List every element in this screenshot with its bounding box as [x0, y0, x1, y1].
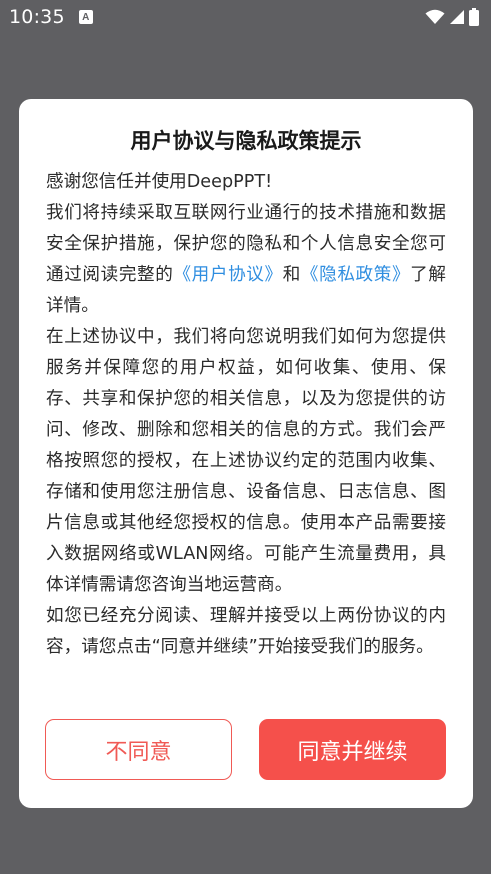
battery-icon [469, 8, 479, 26]
status-bar: 10:35 A [0, 0, 491, 34]
dialog-title: 用户协议与隐私政策提示 [130, 129, 362, 153]
wifi-icon [425, 9, 445, 24]
and-text: 和 [282, 265, 301, 285]
status-time: 10:35 [9, 6, 65, 28]
status-icons [425, 8, 479, 26]
agree-continue-button[interactable]: 同意并继续 [259, 719, 446, 780]
greeting-text: 感谢您信任并使用DeepPPT! [46, 172, 273, 192]
user-agreement-link[interactable]: 《用户协议》 [173, 265, 282, 285]
paragraph-3: 如您已经充分阅读、理解并接受以上两份协议的内容，请您点击“同意并继续”开始接受我… [46, 606, 446, 657]
dialog-body: 感谢您信任并使用DeepPPT! 我们将持续采取互联网行业通行的技术措施和数据安… [46, 167, 446, 663]
privacy-dialog: 用户协议与隐私政策提示 感谢您信任并使用DeepPPT! 我们将持续采取互联网行… [19, 99, 473, 808]
disagree-button[interactable]: 不同意 [45, 719, 232, 780]
paragraph-1: 我们将持续采取互联网行业通行的技术措施和数据安全保护措施，保护您的隐私和个人信息… [46, 198, 446, 322]
signal-icon [450, 10, 464, 24]
notification-icon: A [78, 10, 93, 24]
button-row: 不同意 同意并继续 [45, 719, 446, 780]
privacy-policy-link[interactable]: 《隐私政策》 [301, 265, 410, 285]
paragraph-2: 在上述协议中，我们将向您说明我们如何为您提供服务并保障您的用户权益，如何收集、使… [46, 327, 446, 595]
